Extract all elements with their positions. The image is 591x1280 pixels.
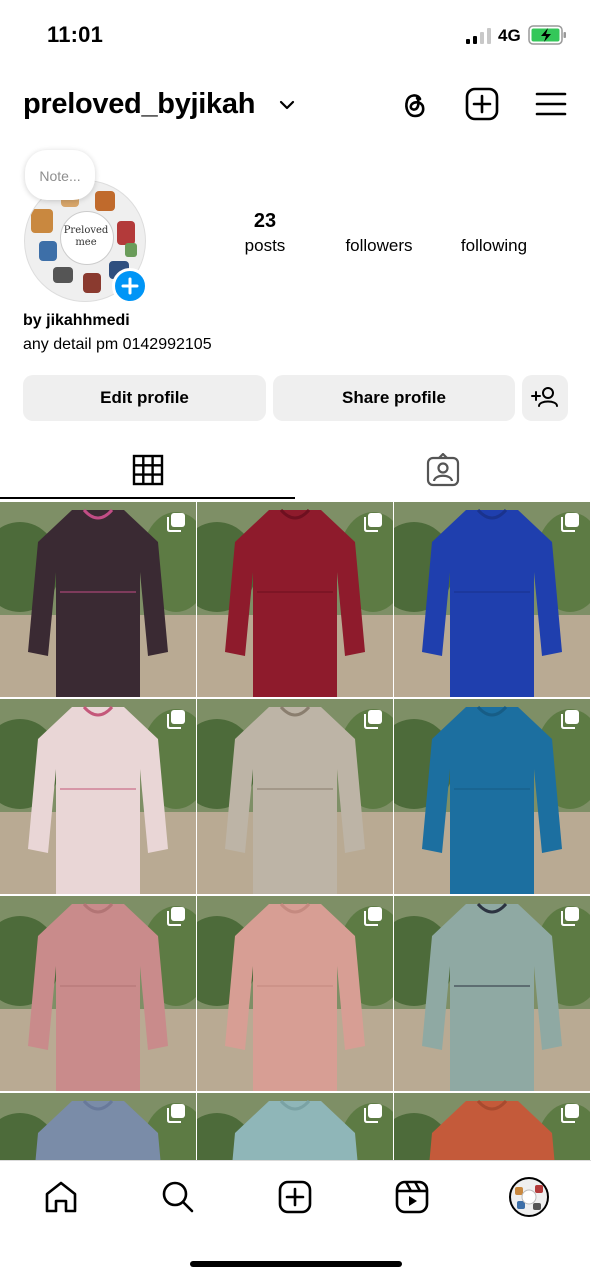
posts-count: 23	[253, 210, 277, 232]
signal-icon	[466, 28, 491, 44]
post-thumbnail[interactable]	[197, 699, 393, 894]
bottom-navigation	[0, 1160, 591, 1280]
home-icon[interactable]	[43, 1179, 79, 1215]
post-thumbnail[interactable]	[394, 699, 590, 894]
carousel-icon	[561, 907, 579, 926]
carousel-icon	[364, 710, 382, 729]
carousel-icon	[364, 907, 382, 926]
carousel-icon	[561, 710, 579, 729]
post-thumbnail[interactable]	[0, 502, 196, 697]
post-thumbnail[interactable]	[394, 502, 590, 697]
stat-followers[interactable]: followers	[324, 210, 434, 256]
post-thumbnail[interactable]	[394, 896, 590, 1091]
post-thumbnail[interactable]	[197, 502, 393, 697]
battery-charging-icon	[528, 25, 566, 45]
status-time: 11:01	[47, 22, 104, 47]
tab-selected-indicator	[0, 497, 295, 499]
add-person-icon	[531, 387, 558, 407]
posts-grid	[0, 502, 591, 1182]
following-count	[439, 210, 549, 234]
carousel-icon	[561, 513, 579, 532]
share-profile-button[interactable]: Share profile	[273, 375, 515, 421]
mini-avatar-image	[515, 1185, 543, 1210]
carousel-icon	[364, 1104, 382, 1123]
reels-icon[interactable]	[394, 1179, 430, 1215]
search-icon[interactable]	[160, 1179, 196, 1215]
profile-header: preloved_byjikah	[0, 84, 591, 128]
followers-count	[324, 210, 434, 234]
profile-avatar-tab[interactable]	[509, 1177, 549, 1217]
post-thumbnail[interactable]	[0, 699, 196, 894]
stat-posts[interactable]: 23 posts	[210, 210, 320, 256]
home-indicator	[190, 1261, 402, 1267]
stat-following[interactable]: following	[439, 210, 549, 256]
post-thumbnail[interactable]	[197, 896, 393, 1091]
bio-name: by jikahhmedi	[23, 312, 130, 329]
account-username[interactable]: preloved_byjikah	[23, 88, 255, 121]
status-bar: 11:01 4G	[0, 0, 591, 70]
followers-label: followers	[345, 236, 413, 255]
tagged-icon	[426, 453, 460, 487]
network-type: 4G	[498, 26, 521, 45]
bio-text: any detail pm 0142992105	[23, 336, 212, 353]
edit-profile-button[interactable]: Edit profile	[23, 375, 266, 421]
post-thumbnail[interactable]	[0, 896, 196, 1091]
carousel-icon	[364, 513, 382, 532]
tab-posts-grid[interactable]	[0, 448, 295, 500]
carousel-icon	[167, 1104, 185, 1123]
grid-icon	[132, 454, 164, 486]
note-bubble[interactable]: Note...	[25, 150, 95, 200]
carousel-icon	[167, 710, 185, 729]
discover-people-button[interactable]	[522, 375, 568, 421]
create-post-icon[interactable]	[464, 86, 500, 122]
carousel-icon	[167, 513, 185, 532]
avatar-logo-text: Preloved mee	[63, 225, 109, 248]
carousel-icon	[167, 907, 185, 926]
threads-icon[interactable]	[396, 86, 432, 122]
add-story-icon[interactable]	[112, 268, 148, 304]
posts-label: posts	[244, 236, 286, 255]
create-icon[interactable]	[277, 1179, 313, 1215]
tab-tagged[interactable]	[296, 448, 591, 500]
chevron-down-icon[interactable]	[278, 98, 296, 112]
following-label: following	[460, 236, 528, 255]
carousel-icon	[561, 1104, 579, 1123]
menu-icon[interactable]	[533, 86, 569, 122]
